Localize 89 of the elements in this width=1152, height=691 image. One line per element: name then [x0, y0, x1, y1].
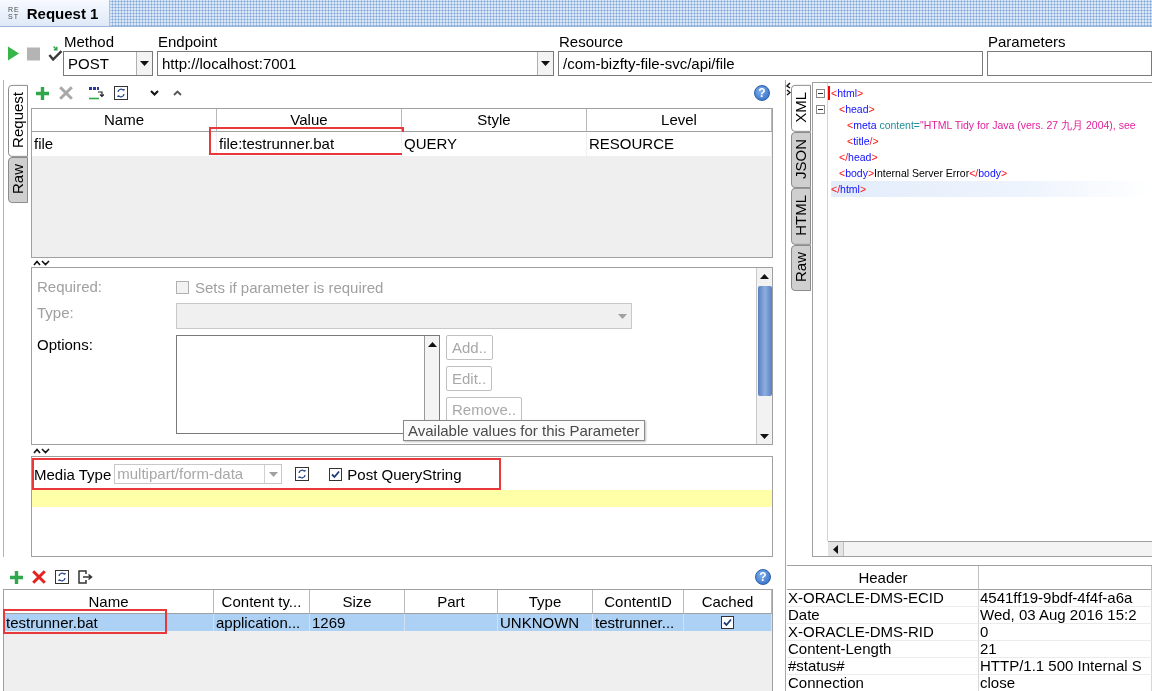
- header-value: 4541ff19-9bdf-4f4f-a6a: [980, 589, 1133, 606]
- tick-icon[interactable]: [48, 45, 63, 62]
- scrollbar-thumb[interactable]: [757, 286, 772, 396]
- field-label: Parameters: [987, 32, 1067, 51]
- code-line: <body>Internal Server Error</body>: [838, 166, 1009, 181]
- header-name: #status#: [788, 657, 845, 674]
- field-label: Media Type: [34, 465, 112, 483]
- horizontal-scrollbar[interactable]: [828, 541, 1152, 556]
- play-icon[interactable]: [8, 46, 20, 61]
- tooltip: Available values for this Parameter: [403, 420, 645, 441]
- splitter-arrows-icon[interactable]: [33, 447, 50, 454]
- plus-icon[interactable]: [36, 86, 49, 100]
- side-tab[interactable]: JSON: [791, 131, 811, 188]
- side-tab[interactable]: Request: [8, 85, 28, 157]
- header-name: X-ORACLE-DMS-RID: [788, 623, 934, 640]
- column-header[interactable]: Style: [402, 109, 587, 132]
- column-header[interactable]: Name: [4, 590, 214, 614]
- column-header[interactable]: Header: [787, 566, 979, 590]
- column-header[interactable]: Content ty...: [214, 590, 310, 614]
- column-header[interactable]: Level: [587, 109, 772, 132]
- refresh-icon[interactable]: [114, 86, 128, 100]
- collapse-icon[interactable]: [815, 104, 825, 114]
- column-header[interactable]: Name: [32, 109, 217, 132]
- caret-down-icon[interactable]: [150, 90, 159, 96]
- vertical-scrollbar[interactable]: [756, 268, 772, 444]
- table-cell: file:testrunner.bat: [219, 135, 335, 152]
- splitter-arrows-icon[interactable]: [786, 82, 791, 96]
- column-header[interactable]: ContentID: [593, 590, 684, 614]
- refresh-icon[interactable]: [55, 570, 69, 584]
- table-cell: QUERY: [404, 135, 458, 152]
- caret-up-icon[interactable]: [173, 90, 182, 96]
- dropdown-arrow-icon[interactable]: [140, 61, 149, 66]
- header-name: Connection: [788, 674, 864, 691]
- plus-icon[interactable]: [10, 570, 23, 584]
- header-name: X-ORACLE-DMS-ECID: [788, 589, 944, 606]
- checkbox-label: Sets if parameter is required: [195, 278, 384, 296]
- field-label: Resource: [558, 32, 625, 51]
- code-line: <meta content="HTML Tidy for Java (vers. 27 九月 2004), see: [846, 118, 1137, 133]
- resource-field[interactable]: /com-bizfty-file-svc/api/file: [558, 51, 983, 76]
- field-label: Type:: [37, 303, 75, 323]
- column-header[interactable]: [979, 566, 1152, 590]
- field-label: Method: [63, 32, 116, 51]
- export-icon[interactable]: [78, 570, 93, 584]
- table-cell: file: [34, 135, 54, 152]
- cross-icon[interactable]: [32, 570, 46, 584]
- column-header[interactable]: Value: [217, 109, 402, 132]
- side-tab[interactable]: XML: [791, 85, 811, 132]
- table-row[interactable]: testrunner.bat application... 1269 UNKNOWN testrunner...: [4, 614, 772, 631]
- table-cell: testrunner...: [595, 614, 675, 631]
- side-tab[interactable]: Raw: [8, 156, 28, 203]
- method-select[interactable]: POST: [63, 51, 153, 76]
- code-line: <html>: [831, 86, 865, 101]
- header-value: 0: [980, 623, 989, 640]
- scroll-down-arrow-icon[interactable]: [760, 434, 769, 439]
- scroll-up-arrow-icon[interactable]: [427, 342, 437, 347]
- column-header[interactable]: Size: [310, 590, 405, 614]
- header-value: Wed, 03 Aug 2016 15:2: [980, 606, 1137, 623]
- table-cell: testrunner.bat: [6, 614, 98, 631]
- endpoint-combobox[interactable]: http://localhost:7001: [157, 51, 554, 76]
- checkbox-label: Post QueryString: [347, 465, 462, 483]
- table-cell: 1269: [312, 614, 346, 631]
- dropdown-arrow-icon[interactable]: [541, 61, 550, 66]
- text-cursor: [828, 86, 830, 100]
- side-tab[interactable]: Raw: [791, 244, 811, 291]
- field-label: Options:: [37, 335, 94, 355]
- code-line: </head>: [838, 150, 879, 165]
- header-name: Content-Length: [788, 640, 892, 657]
- field-label: Required:: [37, 277, 104, 297]
- checkbox[interactable]: [721, 616, 734, 629]
- field-label: Endpoint: [157, 32, 219, 51]
- header-value: close: [980, 674, 1016, 691]
- column-header[interactable]: Type: [498, 590, 593, 614]
- header-name: Date: [788, 606, 820, 623]
- column-header[interactable]: Part: [405, 590, 498, 614]
- arrow-lines-icon[interactable]: [89, 86, 104, 100]
- table-cell: RESOURCE: [589, 135, 674, 152]
- header-value: 21: [980, 640, 997, 657]
- collapse-icon[interactable]: [815, 88, 825, 98]
- side-tab[interactable]: HTML: [791, 187, 811, 245]
- splitter-arrows-icon[interactable]: [33, 259, 50, 266]
- code-line: <head>: [838, 102, 876, 117]
- table-cell: application...: [216, 614, 301, 631]
- scroll-up-arrow-icon[interactable]: [760, 274, 769, 279]
- table-cell: UNKNOWN: [500, 614, 580, 631]
- code-line: <title/>: [846, 134, 880, 149]
- header-value: HTTP/1.1 500 Internal S: [980, 657, 1142, 674]
- scroll-left-arrow-icon[interactable]: [833, 544, 838, 554]
- column-header[interactable]: Cached: [684, 590, 772, 614]
- parameters-field[interactable]: [987, 51, 1152, 76]
